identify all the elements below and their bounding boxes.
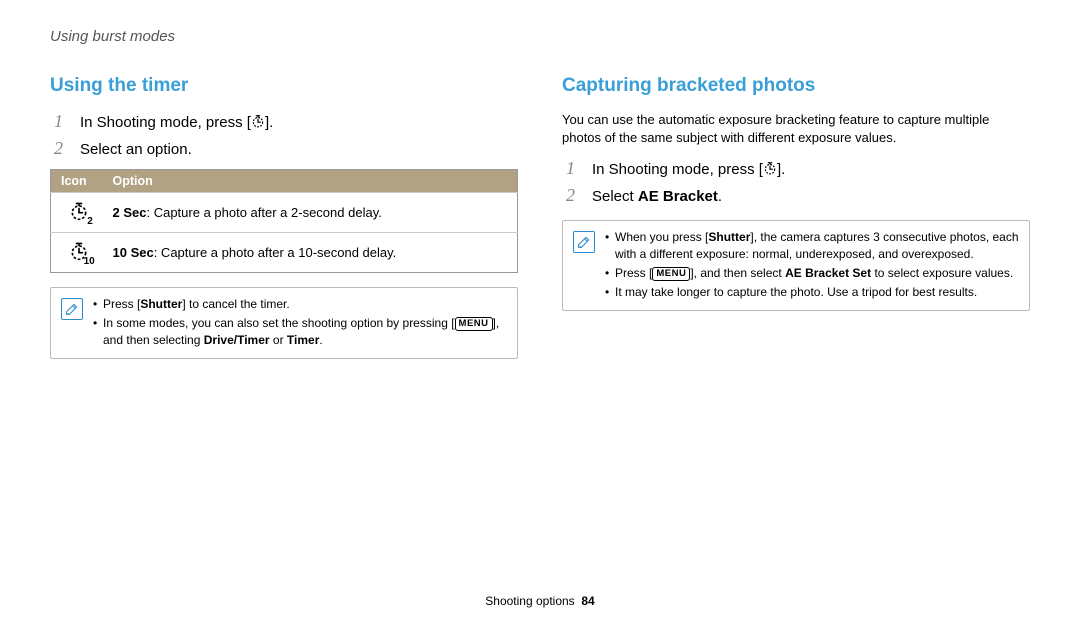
right-column: Capturing bracketed photos You can use t… [562,75,1030,359]
timer-options-table: Icon Option 2 2 Sec: Capture a p [50,169,518,273]
page-footer: Shooting options 84 [0,594,1080,608]
step-number: 2 [566,185,582,206]
option-text: 10 Sec: Capture a photo after a 10-secon… [103,233,518,273]
table-row: 2 2 Sec: Capture a photo after a 2-secon… [51,193,518,233]
bold-text: Shutter [140,297,182,311]
note-item: Press [MENU], and then select AE Bracket… [605,265,1019,282]
bold-text: Timer [287,333,319,347]
bracket-note: When you press [Shutter], the camera cap… [562,220,1030,311]
step-text: In Shooting mode, press []. [592,161,785,179]
bracket-intro: You can use the automatic exposure brack… [562,111,1030,146]
option-text: 2 Sec: Capture a photo after a 2-second … [103,193,518,233]
timer-steps: 1 In Shooting mode, press []. 2 Select a… [50,111,518,159]
note-icon [61,298,83,320]
timer-step-2: 2 Select an option. [54,138,518,159]
left-column: Using the timer 1 In Shooting mode, pres… [50,75,518,359]
timer-10sec-icon: 10 [69,241,89,264]
section-title-timer: Using the timer [50,75,518,97]
footer-section: Shooting options [485,594,574,608]
note-item: When you press [Shutter], the camera cap… [605,229,1019,263]
timer-icon [763,161,777,179]
bold-text: AE Bracket Set [785,266,871,280]
step-text: Select AE Bracket. [592,188,722,205]
menu-icon: MENU [455,317,493,331]
footer-page-number: 84 [581,594,594,608]
bold-text: Drive/Timer [204,333,270,347]
timer-icon [251,114,265,132]
step-text: Select an option. [80,141,192,158]
note-item: In some modes, you can also set the shoo… [93,315,507,349]
timer-2sec-icon: 2 [69,201,89,224]
note-item: Press [Shutter] to cancel the timer. [93,296,507,313]
note-item: It may take longer to capture the photo.… [605,284,1019,301]
bracket-step-2: 2 Select AE Bracket. [566,185,1030,206]
note-icon [573,231,595,253]
timer-step-1: 1 In Shooting mode, press []. [54,111,518,132]
bracket-step-1: 1 In Shooting mode, press []. [566,158,1030,179]
bold-text: Shutter [708,230,750,244]
timer-note: Press [Shutter] to cancel the timer. In s… [50,287,518,359]
page-header: Using burst modes [50,28,1030,45]
table-row: 10 10 Sec: Capture a photo after a 10-se… [51,233,518,273]
th-icon: Icon [51,170,103,193]
step-number: 1 [566,158,582,179]
step-number: 2 [54,138,70,159]
section-title-bracket: Capturing bracketed photos [562,75,1030,97]
th-option: Option [103,170,518,193]
step-number: 1 [54,111,70,132]
step-text: In Shooting mode, press []. [80,114,273,132]
menu-icon: MENU [652,267,690,281]
note-list: When you press [Shutter], the camera cap… [605,229,1019,302]
bracket-steps: 1 In Shooting mode, press []. 2 Select A… [562,158,1030,206]
note-list: Press [Shutter] to cancel the timer. In s… [93,296,507,350]
